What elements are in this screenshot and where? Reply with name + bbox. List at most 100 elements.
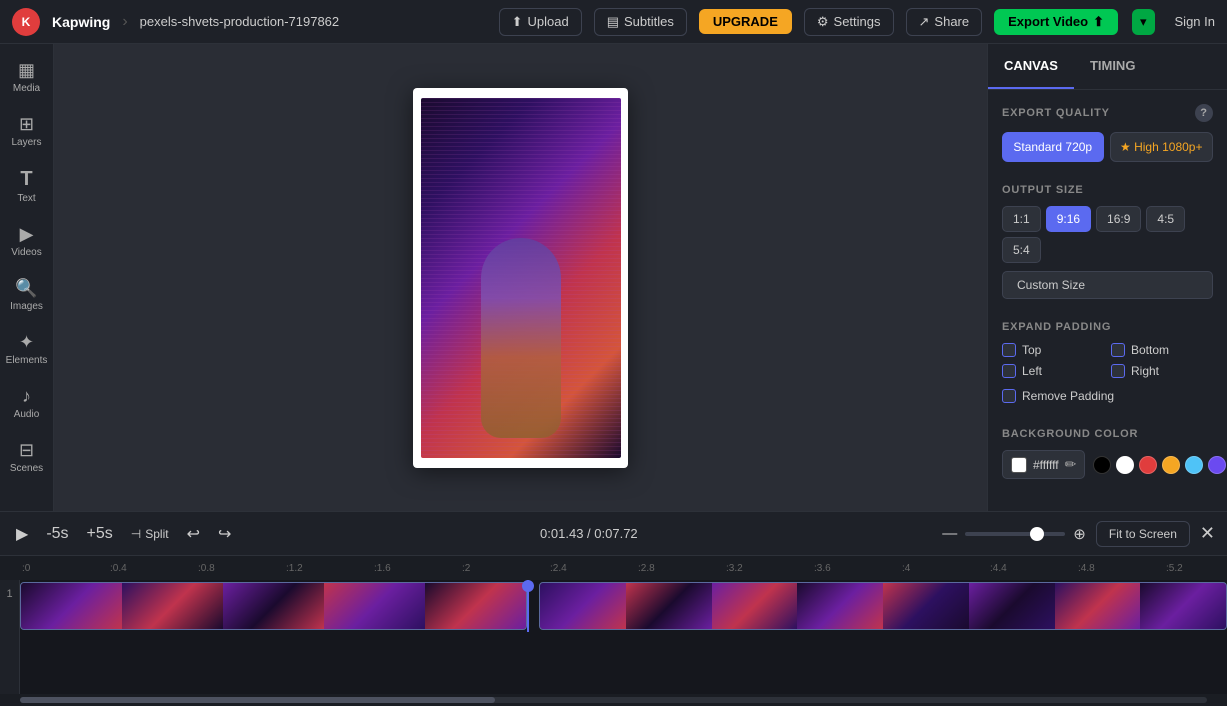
split-button[interactable]: ⊣ Split (127, 523, 173, 545)
play-button[interactable]: ▶ (12, 520, 32, 548)
padding-right-checkbox[interactable] (1111, 364, 1125, 378)
ruler-0: :0 (20, 563, 108, 574)
signin-button[interactable]: Sign In (1175, 14, 1215, 29)
redo-button[interactable]: ↪ (214, 520, 235, 548)
scrollbar-area (0, 694, 1227, 706)
ruler-1: :0.4 (108, 563, 196, 574)
padding-bottom-checkbox[interactable] (1111, 343, 1125, 357)
ruler-4: :1.6 (372, 563, 460, 574)
sidebar-item-images[interactable]: 🔍 Images (3, 270, 51, 320)
clip-left[interactable] (20, 582, 527, 630)
playhead[interactable] (527, 580, 529, 632)
swatch-yellow[interactable] (1162, 456, 1180, 474)
fit-screen-button[interactable]: Fit to Screen (1096, 521, 1190, 547)
zoom-controls: — ⊕ (942, 525, 1086, 543)
sidebar-label-media: Media (13, 83, 40, 94)
upgrade-button[interactable]: UPGRADE (699, 9, 792, 34)
sidebar-item-layers[interactable]: ⊞ Layers (3, 106, 51, 156)
tab-timing[interactable]: TIMING (1074, 44, 1152, 89)
sidebar: ▦ Media ⊞ Layers T Text ▶ Videos 🔍 Image… (0, 44, 54, 511)
tab-canvas[interactable]: CANVAS (988, 44, 1074, 89)
swatch-blue[interactable] (1185, 456, 1203, 474)
ruler-7: :2.8 (636, 563, 724, 574)
ruler-9: :3.6 (812, 563, 900, 574)
current-time: 0:01.43 (540, 526, 583, 541)
sidebar-item-text[interactable]: T Text (3, 160, 51, 212)
swatch-purple[interactable] (1208, 456, 1226, 474)
share-button[interactable]: ↗ Share (906, 8, 983, 36)
bg-color-row: #ffffff ✏ (1002, 450, 1213, 479)
export-button[interactable]: Export Video ⬆ (994, 9, 1118, 35)
expand-padding-section: EXPAND PADDING Top Bottom Left Right (988, 307, 1227, 414)
export-dropdown-button[interactable]: ▾ (1132, 9, 1155, 35)
breadcrumb-sep: › (122, 13, 127, 31)
ruler-6: :2.4 (548, 563, 636, 574)
scrollbar-track[interactable] (20, 697, 1207, 703)
output-size-title: OUTPUT SIZE (1002, 184, 1213, 196)
sidebar-item-media[interactable]: ▦ Media (3, 52, 51, 102)
size-btn-1-1[interactable]: 1:1 (1002, 206, 1041, 232)
ruler-3: :1.2 (284, 563, 372, 574)
sidebar-label-text: Text (17, 193, 35, 204)
clip-right[interactable] (539, 582, 1227, 630)
hex-value: #ffffff (1033, 458, 1059, 472)
padding-left-checkbox[interactable] (1002, 364, 1016, 378)
padding-left-option[interactable]: Left (1002, 364, 1104, 378)
bg-color-input[interactable]: #ffffff ✏ (1002, 450, 1085, 479)
size-btn-9-16[interactable]: 9:16 (1046, 206, 1091, 232)
sidebar-label-layers: Layers (11, 137, 41, 148)
zoom-slider[interactable] (965, 532, 1065, 536)
export-quality-title: EXPORT QUALITY ? (1002, 104, 1213, 122)
upload-button[interactable]: ⬆ Upload (499, 8, 582, 36)
sidebar-item-videos[interactable]: ▶ Videos (3, 216, 51, 266)
tracks-content (20, 580, 1227, 694)
sidebar-item-elements[interactable]: ✦ Elements (3, 324, 51, 374)
custom-size-button[interactable]: Custom Size (1002, 271, 1213, 299)
playhead-handle[interactable] (522, 580, 534, 592)
sidebar-item-audio[interactable]: ♪ Audio (3, 378, 51, 428)
close-timeline-button[interactable]: ✕ (1200, 523, 1215, 544)
size-btn-16-9[interactable]: 16:9 (1096, 206, 1141, 232)
scenes-icon: ⊟ (19, 440, 34, 461)
swatch-black[interactable] (1093, 456, 1111, 474)
zoom-out-button[interactable]: — (942, 525, 957, 542)
share-icon: ↗ (919, 14, 930, 30)
export-quality-section: EXPORT QUALITY ? Standard 720p ★ High 10… (988, 90, 1227, 170)
sidebar-item-scenes[interactable]: ⊟ Scenes (3, 432, 51, 482)
padding-right-option[interactable]: Right (1111, 364, 1213, 378)
ruler-8: :3.2 (724, 563, 812, 574)
elements-icon: ✦ (19, 332, 34, 353)
info-icon[interactable]: ? (1195, 104, 1213, 122)
eyedropper-button[interactable]: ✏ (1065, 456, 1077, 473)
subtitles-button[interactable]: ▤ Subtitles (594, 8, 687, 36)
skip-back-button[interactable]: -5s (42, 521, 72, 547)
settings-button[interactable]: ⚙ Settings (804, 8, 894, 36)
padding-bottom-option[interactable]: Bottom (1111, 343, 1213, 357)
padding-top-checkbox[interactable] (1002, 343, 1016, 357)
size-btn-4-5[interactable]: 4:5 (1146, 206, 1185, 232)
zoom-thumb[interactable] (1030, 527, 1044, 541)
size-btn-5-4[interactable]: 5:4 (1002, 237, 1041, 263)
swatch-red[interactable] (1139, 456, 1157, 474)
time-display: 0:01.43 / 0:07.72 (245, 526, 932, 541)
color-swatches (1093, 456, 1226, 474)
quality-high-button[interactable]: ★ High 1080p+ (1110, 132, 1214, 162)
quality-standard-button[interactable]: Standard 720p (1002, 132, 1104, 162)
media-icon: ▦ (18, 60, 35, 81)
padding-top-option[interactable]: Top (1002, 343, 1104, 357)
canvas-area (54, 44, 987, 511)
bg-color-title: BACKGROUND COLOR (1002, 428, 1213, 440)
sidebar-label-audio: Audio (14, 409, 40, 420)
color-preview (1011, 457, 1027, 473)
undo-button[interactable]: ↩ (183, 520, 204, 548)
sidebar-label-scenes: Scenes (10, 463, 43, 474)
clip-thumbnails-left (21, 583, 526, 629)
remove-padding-option[interactable]: Remove Padding (1002, 386, 1213, 406)
zoom-in-button[interactable]: ⊕ (1073, 525, 1086, 543)
scrollbar-thumb[interactable] (20, 697, 495, 703)
remove-padding-checkbox[interactable] (1002, 389, 1016, 403)
skip-fwd-button[interactable]: +5s (83, 521, 117, 547)
swatch-white[interactable] (1116, 456, 1134, 474)
export-icon: ⬆ (1093, 14, 1104, 30)
main-layout: ▦ Media ⊞ Layers T Text ▶ Videos 🔍 Image… (0, 44, 1227, 511)
